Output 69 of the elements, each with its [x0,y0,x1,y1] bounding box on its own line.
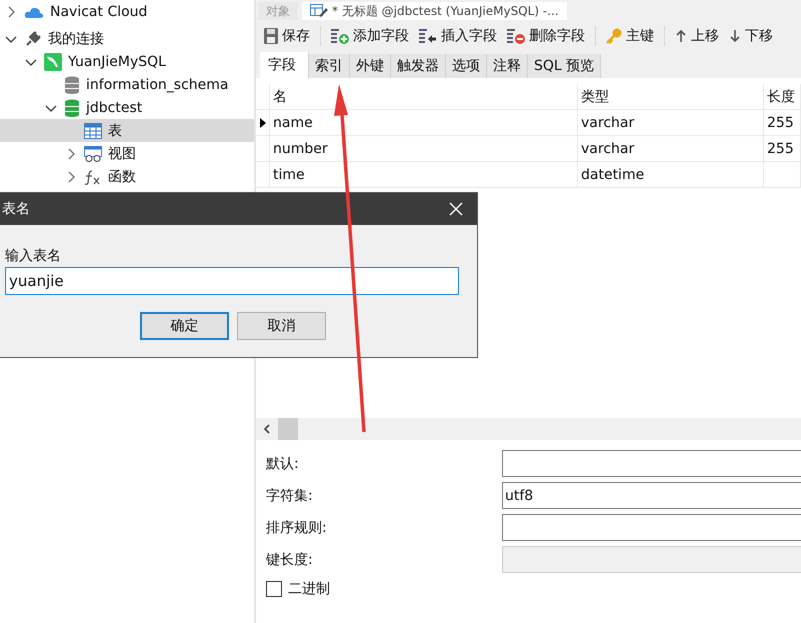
tree-item[interactable]: 函数 [0,165,254,188]
table-cell[interactable]: varchar [578,136,764,161]
table-cell[interactable]: 255 [764,110,801,135]
tree-item[interactable]: Navicat Cloud [0,0,254,23]
property-field[interactable]: utf8 [502,482,801,509]
arrow-up-icon [675,29,687,43]
tree-label: 我的连接 [48,30,104,48]
tree-item[interactable]: information_schema [0,73,254,96]
tree-item[interactable]: 表 [0,119,254,142]
property-label: 键长度: [266,550,314,568]
table-cell[interactable]: number [270,136,578,161]
dialog-button[interactable]: 确定 [140,312,229,340]
key-icon [606,28,622,44]
scroll-left-icon[interactable] [262,423,272,435]
toolbar-button[interactable]: 保存 [260,25,314,47]
close-icon[interactable] [449,202,463,216]
section-tab[interactable]: SQL 预览 [528,54,602,78]
property-label: 字符集: [266,486,314,504]
editor-tab[interactable]: * 无标题 @jdbctest (YuanJieMySQL) -... [302,2,567,20]
tree-item[interactable]: 视图 [0,142,254,165]
field-label: 输入表名 [5,247,61,265]
table-name-field[interactable]: yuanjie [5,267,459,295]
table-cell[interactable]: varchar [578,110,764,135]
arrow-down-icon [729,29,741,43]
checkbox[interactable] [266,581,282,597]
toolbar-button[interactable]: 主键 [602,25,658,47]
tree-label: jdbctest [86,100,142,116]
property-field[interactable] [502,514,801,541]
tree-label: YuanJieMySQL [68,54,166,70]
tree-label: information_schema [86,76,228,92]
tree-label: 函数 [108,168,136,186]
toolbar-button[interactable]: 上移 [671,25,723,47]
dialog-button[interactable]: 取消 [237,312,326,340]
property-label: 排序规则: [266,518,328,536]
property-field[interactable] [502,450,801,477]
column-header: 长度 [764,84,801,109]
table-edit-icon [310,4,328,18]
scroll-thumb[interactable] [278,418,298,440]
section-tab[interactable]: 选项 [446,54,487,78]
checkbox-label: 二进制 [288,580,330,598]
remove-field-icon [507,28,525,44]
column-header: 类型 [578,84,764,109]
tree-item[interactable]: jdbctest [0,96,254,119]
section-tab[interactable]: 字段 [260,52,309,78]
insert-field-icon [419,28,437,44]
section-tab[interactable]: 注释 [487,54,528,78]
tree-label: Navicat Cloud [50,4,148,20]
dialog-title: 表名 [2,200,30,218]
table-cell[interactable]: 255 [764,136,801,161]
section-tab[interactable]: 触发器 [391,54,446,78]
table-cell[interactable]: time [270,162,578,187]
toolbar-button[interactable]: 删除字段 [503,25,589,47]
table-cell[interactable]: datetime [578,162,764,187]
toolbar-button[interactable]: 添加字段 [327,25,413,47]
tree-item[interactable]: YuanJieMySQL [0,50,254,73]
tree-label: 表 [108,122,122,140]
toolbar-button[interactable]: 下移 [725,25,777,47]
dolphin-icon [44,52,62,70]
view-icon [84,146,102,162]
toolbar-button[interactable]: 插入字段 [415,25,501,47]
function-icon [84,168,102,184]
plug-icon [24,30,42,48]
property-label: 默认: [266,454,300,472]
tree-item[interactable]: 我的连接 [0,27,254,50]
tree-label: 视图 [108,144,136,162]
table-icon [84,122,102,138]
section-tab[interactable]: 索引 [309,54,350,78]
add-field-icon [331,28,349,44]
section-tab[interactable]: 外键 [350,54,391,78]
